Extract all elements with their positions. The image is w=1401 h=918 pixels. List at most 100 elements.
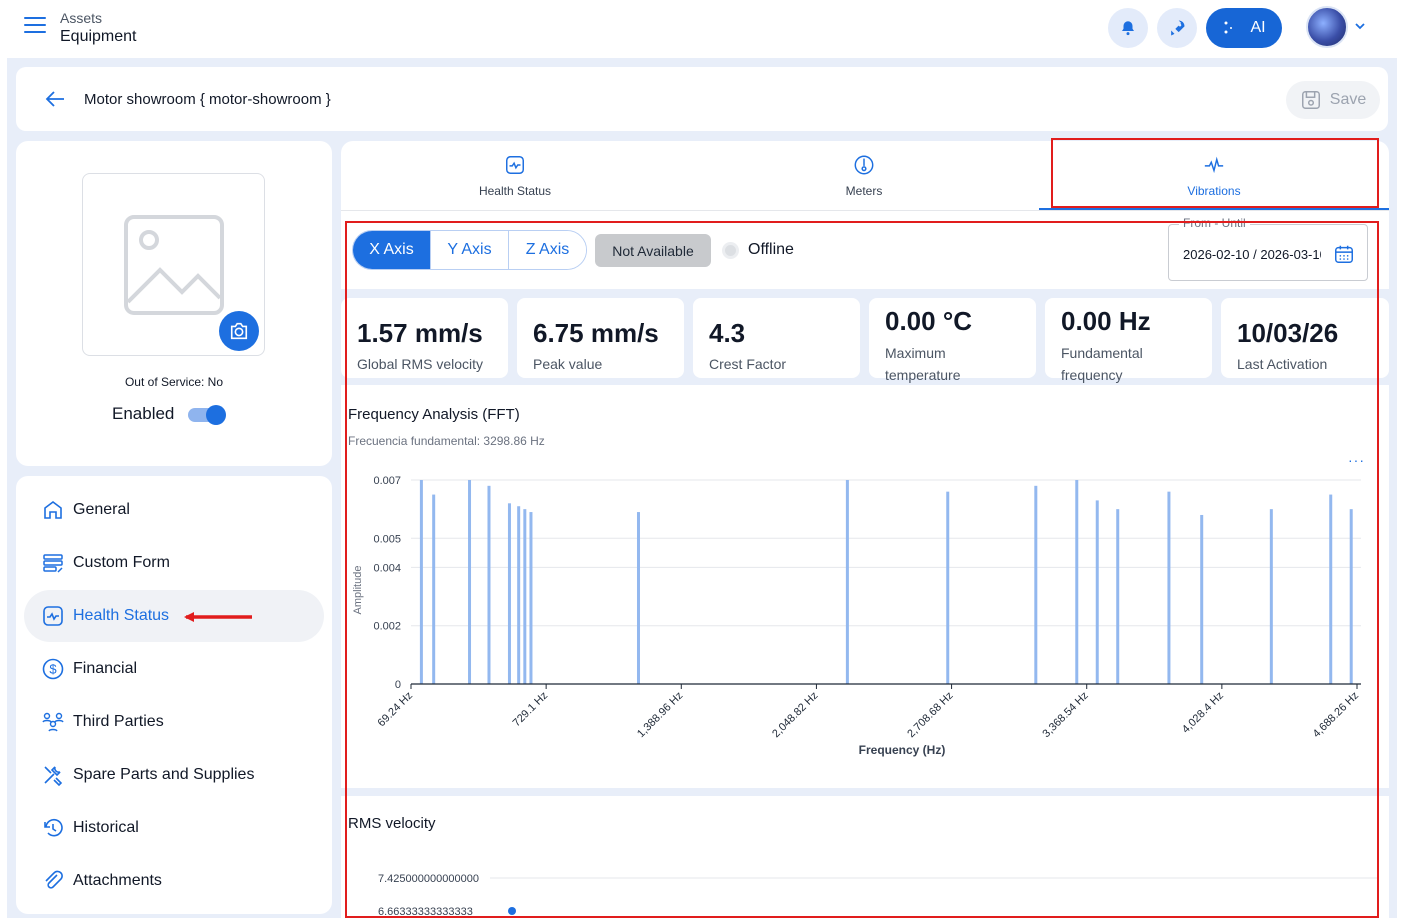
health-icon — [506, 156, 524, 174]
sidebar-item-financial[interactable]: $ Financial — [24, 643, 324, 695]
kpi-label: Crest Factor — [709, 356, 787, 372]
rocket-icon — [1171, 20, 1185, 36]
paperclip-icon — [45, 870, 63, 889]
x-tick-label: 4,688.26 Hz — [1311, 690, 1361, 740]
tab-vibrations[interactable]: Vibrations — [1039, 141, 1389, 209]
page-title: Motor showroom { motor-showroom } — [84, 91, 331, 108]
sidebar-item-general[interactable]: General — [24, 484, 324, 536]
sparkle-icon — [1224, 21, 1233, 34]
tab-meters[interactable]: Meters — [689, 141, 1039, 209]
sidebar-item-label: Financial — [73, 660, 138, 677]
kpi-card: 6.75 mm/s Peak value — [517, 298, 684, 378]
sidebar-item-label: Third Parties — [73, 713, 164, 730]
pulse-icon — [1204, 156, 1224, 174]
fft-chart: 0 0.002 0.004 0.005 0.007 69.24 Hz 729.1 Hz 1,3… — [352, 475, 1361, 757]
avatar[interactable] — [1306, 6, 1348, 48]
fft-bar — [487, 485, 491, 684]
history-icon — [44, 818, 63, 837]
breadcrumb-current: Equipment — [60, 28, 137, 45]
upload-photo-button[interactable] — [219, 311, 259, 351]
camera-icon — [230, 322, 248, 340]
sidebar-item-health-status[interactable]: Health Status — [24, 590, 324, 642]
record-header: Motor showroom { motor-showroom } Save — [16, 67, 1388, 131]
x-tick-label: 2,708.68 Hz — [905, 690, 955, 740]
y-tick-label: 0.004 — [373, 562, 401, 574]
asset-profile-card: Out of Service: No Enabled — [16, 141, 332, 466]
kpi-card: 0.00 Hz Fundamental frequency — [1045, 298, 1212, 383]
breadcrumb-parent[interactable]: Assets — [60, 10, 102, 26]
tab-divider — [341, 210, 1389, 211]
x-tick-label: 3,368.54 Hz — [1040, 690, 1090, 740]
sidebar-item-label: Custom Form — [73, 554, 170, 571]
x-tick-label: 729.1 Hz — [511, 690, 551, 730]
kpi-label: Last Activation — [1237, 356, 1328, 372]
form-icon — [43, 554, 63, 573]
sidebar-item-third-parties[interactable]: Third Parties — [24, 696, 324, 748]
sidebar-item-label: General — [73, 501, 130, 518]
ai-label: AI — [1250, 19, 1266, 36]
menu-icon[interactable] — [24, 17, 46, 35]
sidebar-item-label: Historical — [73, 819, 139, 836]
fft-bar — [1269, 509, 1273, 684]
back-arrow-icon[interactable] — [44, 89, 66, 109]
fft-bar — [946, 491, 950, 684]
sidebar-item-custom-form[interactable]: Custom Form — [24, 537, 324, 589]
chevron-down-icon[interactable] — [1354, 20, 1366, 32]
launch-button[interactable] — [1157, 8, 1197, 48]
ai-button[interactable]: AI — [1206, 8, 1282, 48]
people-icon — [42, 712, 64, 732]
save-button[interactable]: Save — [1286, 81, 1380, 119]
dollar-icon: $ — [42, 658, 64, 680]
section-divider — [341, 788, 1389, 796]
active-tab-indicator — [1039, 208, 1389, 210]
kpi-card: 0.00 °C Maximum temperature — [869, 298, 1036, 383]
tab-label: Vibrations — [1187, 184, 1241, 198]
tab-label: Health Status — [478, 184, 552, 198]
kpi-value: 4.3 — [709, 318, 746, 348]
y-tick-label: 0.005 — [373, 533, 401, 545]
kpi-card: 1.57 mm/s Global RMS velocity — [341, 298, 508, 378]
sidebar-nav: General Custom Form Health Status $ Fina… — [16, 476, 332, 914]
x-tick-label: 2,048.82 Hz — [770, 690, 820, 740]
health-icon — [43, 606, 63, 626]
gauge-icon — [854, 155, 874, 175]
calendar-icon[interactable] — [1333, 243, 1355, 265]
chart-menu-button[interactable]: ··· — [1348, 452, 1365, 468]
annotation-arrow — [184, 612, 252, 622]
sidebar-item-historical[interactable]: Historical — [24, 802, 324, 854]
sidebar-item-spare-parts[interactable]: Spare Parts and Supplies — [24, 749, 324, 801]
x-axis-button[interactable]: X Axis — [353, 231, 431, 269]
fft-bar — [1034, 485, 1038, 684]
fft-bar — [1329, 494, 1333, 684]
connection-status-label: Offline — [748, 241, 794, 258]
fft-chart-subtitle: Frecuencia fundamental: 3298.86 Hz — [348, 434, 545, 448]
enabled-toggle[interactable] — [188, 405, 226, 425]
kpi-label: Global RMS velocity — [357, 356, 484, 372]
tab-health-status[interactable]: Health Status — [341, 141, 689, 209]
x-tick-label: 4,028.4 Hz — [1180, 690, 1226, 736]
date-range-legend: From - Until — [1179, 216, 1250, 230]
y-axis-button[interactable]: Y Axis — [431, 231, 509, 269]
tab-label: Meters — [845, 184, 883, 198]
sidebar-item-label: Health Status — [73, 607, 170, 624]
fft-bar — [1075, 480, 1079, 684]
fft-bar — [636, 512, 640, 684]
out-of-service-status: Out of Service: No — [124, 375, 224, 389]
home-icon — [44, 501, 62, 519]
bell-icon — [1122, 21, 1134, 36]
sidebar-item-label: Spare Parts and Supplies — [73, 766, 255, 783]
date-range-value[interactable]: 2026-02-10 / 2026-03-10 — [1183, 247, 1321, 262]
date-range-field[interactable]: From - Until 2026-02-10 / 2026-03-10 — [1168, 216, 1368, 281]
kpi-label: Peak value — [533, 356, 603, 372]
notifications-button[interactable] — [1108, 8, 1148, 48]
svg-text:$: $ — [49, 662, 57, 677]
top-bar: Assets Equipment AI — [0, 0, 1401, 58]
kpi-label: Fundamental frequency — [1061, 345, 1143, 383]
save-label: Save — [1329, 91, 1367, 108]
kpi-value: 0.00 °C — [885, 306, 973, 336]
save-icon — [1301, 91, 1320, 109]
sidebar-item-attachments[interactable]: Attachments — [24, 855, 324, 907]
x-tick-label: 69.24 Hz — [376, 690, 416, 730]
kpi-card: 10/03/26 Last Activation — [1221, 298, 1389, 378]
z-axis-button[interactable]: Z Axis — [509, 231, 586, 269]
